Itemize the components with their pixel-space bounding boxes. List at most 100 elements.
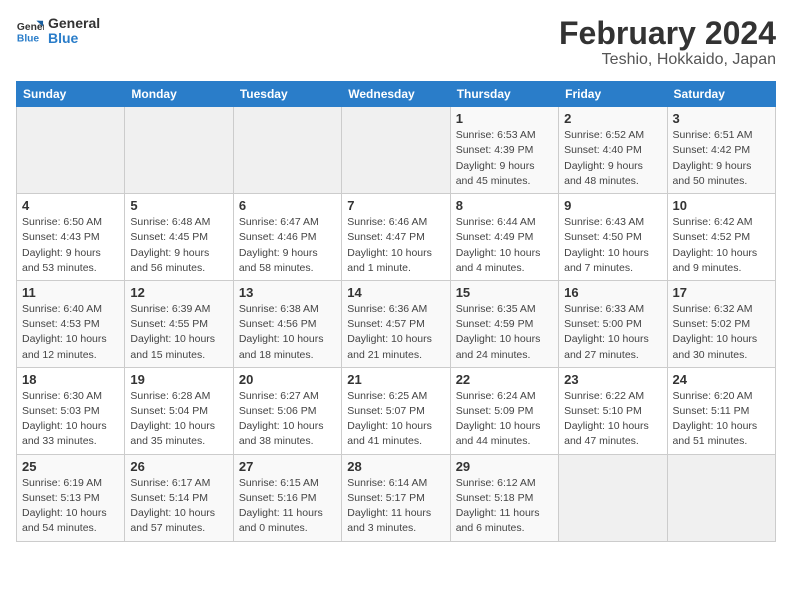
day-info: Sunrise: 6:20 AMSunset: 5:11 PMDaylight:… (673, 389, 770, 450)
calendar-header: SundayMondayTuesdayWednesdayThursdayFrid… (17, 82, 776, 107)
day-number: 23 (564, 372, 661, 387)
calendar-cell: 19 Sunrise: 6:28 AMSunset: 5:04 PMDayligh… (125, 367, 233, 454)
calendar-cell: 7 Sunrise: 6:46 AMSunset: 4:47 PMDaylight… (342, 194, 450, 281)
calendar-cell: 2 Sunrise: 6:52 AMSunset: 4:40 PMDaylight… (559, 107, 667, 194)
day-info: Sunrise: 6:42 AMSunset: 4:52 PMDaylight:… (673, 215, 770, 276)
day-number: 25 (22, 459, 119, 474)
day-number: 5 (130, 198, 227, 213)
logo-text-general: General (48, 16, 100, 31)
calendar-cell: 28 Sunrise: 6:14 AMSunset: 5:17 PMDayligh… (342, 454, 450, 541)
calendar-cell: 29 Sunrise: 6:12 AMSunset: 5:18 PMDayligh… (450, 454, 558, 541)
day-info: Sunrise: 6:44 AMSunset: 4:49 PMDaylight:… (456, 215, 553, 276)
day-number: 15 (456, 285, 553, 300)
day-info: Sunrise: 6:51 AMSunset: 4:42 PMDaylight:… (673, 128, 770, 189)
day-number: 8 (456, 198, 553, 213)
day-info: Sunrise: 6:27 AMSunset: 5:06 PMDaylight:… (239, 389, 336, 450)
day-info: Sunrise: 6:39 AMSunset: 4:55 PMDaylight:… (130, 302, 227, 363)
calendar-cell: 20 Sunrise: 6:27 AMSunset: 5:06 PMDayligh… (233, 367, 341, 454)
day-number: 27 (239, 459, 336, 474)
day-info: Sunrise: 6:28 AMSunset: 5:04 PMDaylight:… (130, 389, 227, 450)
day-info: Sunrise: 6:43 AMSunset: 4:50 PMDaylight:… (564, 215, 661, 276)
calendar-cell: 6 Sunrise: 6:47 AMSunset: 4:46 PMDaylight… (233, 194, 341, 281)
calendar-cell: 22 Sunrise: 6:24 AMSunset: 5:09 PMDayligh… (450, 367, 558, 454)
calendar-cell: 10 Sunrise: 6:42 AMSunset: 4:52 PMDayligh… (667, 194, 775, 281)
day-info: Sunrise: 6:48 AMSunset: 4:45 PMDaylight:… (130, 215, 227, 276)
day-number: 11 (22, 285, 119, 300)
day-info: Sunrise: 6:53 AMSunset: 4:39 PMDaylight:… (456, 128, 553, 189)
header-day-thursday: Thursday (450, 82, 558, 107)
svg-text:General: General (17, 22, 44, 33)
header-day-monday: Monday (125, 82, 233, 107)
day-info: Sunrise: 6:17 AMSunset: 5:14 PMDaylight:… (130, 476, 227, 537)
day-number: 4 (22, 198, 119, 213)
svg-text:Blue: Blue (17, 34, 40, 45)
day-number: 17 (673, 285, 770, 300)
calendar-cell: 9Sunrise: 6:43 AMSunset: 4:50 PMDaylight… (559, 194, 667, 281)
week-row-3: 11 Sunrise: 6:40 AMSunset: 4:53 PMDayligh… (17, 280, 776, 367)
header-row: SundayMondayTuesdayWednesdayThursdayFrid… (17, 82, 776, 107)
day-number: 2 (564, 111, 661, 126)
day-info: Sunrise: 6:33 AMSunset: 5:00 PMDaylight:… (564, 302, 661, 363)
calendar-cell: 17 Sunrise: 6:32 AMSunset: 5:02 PMDayligh… (667, 280, 775, 367)
day-info: Sunrise: 6:35 AMSunset: 4:59 PMDaylight:… (456, 302, 553, 363)
day-number: 28 (347, 459, 444, 474)
calendar-cell: 12 Sunrise: 6:39 AMSunset: 4:55 PMDayligh… (125, 280, 233, 367)
day-info: Sunrise: 6:36 AMSunset: 4:57 PMDaylight:… (347, 302, 444, 363)
day-info: Sunrise: 6:47 AMSunset: 4:46 PMDaylight:… (239, 215, 336, 276)
calendar-cell (233, 107, 341, 194)
day-number: 24 (673, 372, 770, 387)
month-title: February 2024 (559, 16, 776, 51)
header-day-sunday: Sunday (17, 82, 125, 107)
day-number: 12 (130, 285, 227, 300)
day-info: Sunrise: 6:38 AMSunset: 4:56 PMDaylight:… (239, 302, 336, 363)
calendar-cell: 18Sunrise: 6:30 AMSunset: 5:03 PMDayligh… (17, 367, 125, 454)
logo-icon: General Blue (16, 17, 44, 45)
day-info: Sunrise: 6:52 AMSunset: 4:40 PMDaylight:… (564, 128, 661, 189)
calendar-body: 1Sunrise: 6:53 AMSunset: 4:39 PMDaylight… (17, 107, 776, 541)
header-day-tuesday: Tuesday (233, 82, 341, 107)
calendar-cell (125, 107, 233, 194)
calendar-cell: 8 Sunrise: 6:44 AMSunset: 4:49 PMDaylight… (450, 194, 558, 281)
week-row-2: 4Sunrise: 6:50 AMSunset: 4:43 PMDaylight… (17, 194, 776, 281)
day-info: Sunrise: 6:40 AMSunset: 4:53 PMDaylight:… (22, 302, 119, 363)
calendar-cell (17, 107, 125, 194)
day-number: 3 (673, 111, 770, 126)
calendar-cell: 26Sunrise: 6:17 AMSunset: 5:14 PMDayligh… (125, 454, 233, 541)
day-info: Sunrise: 6:12 AMSunset: 5:18 PMDaylight:… (456, 476, 553, 537)
header-day-friday: Friday (559, 82, 667, 107)
calendar-cell: 15 Sunrise: 6:35 AMSunset: 4:59 PMDayligh… (450, 280, 558, 367)
calendar-cell: 5 Sunrise: 6:48 AMSunset: 4:45 PMDaylight… (125, 194, 233, 281)
day-info: Sunrise: 6:22 AMSunset: 5:10 PMDaylight:… (564, 389, 661, 450)
day-info: Sunrise: 6:24 AMSunset: 5:09 PMDaylight:… (456, 389, 553, 450)
day-number: 19 (130, 372, 227, 387)
day-number: 10 (673, 198, 770, 213)
week-row-1: 1Sunrise: 6:53 AMSunset: 4:39 PMDaylight… (17, 107, 776, 194)
calendar-cell: 21Sunrise: 6:25 AMSunset: 5:07 PMDayligh… (342, 367, 450, 454)
day-info: Sunrise: 6:46 AMSunset: 4:47 PMDaylight:… (347, 215, 444, 276)
calendar-cell: 14 Sunrise: 6:36 AMSunset: 4:57 PMDayligh… (342, 280, 450, 367)
day-number: 14 (347, 285, 444, 300)
day-info: Sunrise: 6:14 AMSunset: 5:17 PMDaylight:… (347, 476, 444, 537)
day-number: 13 (239, 285, 336, 300)
logo: General Blue General Blue (16, 16, 100, 47)
calendar-cell: 11 Sunrise: 6:40 AMSunset: 4:53 PMDayligh… (17, 280, 125, 367)
day-info: Sunrise: 6:32 AMSunset: 5:02 PMDaylight:… (673, 302, 770, 363)
day-number: 22 (456, 372, 553, 387)
calendar-cell: 24 Sunrise: 6:20 AMSunset: 5:11 PMDayligh… (667, 367, 775, 454)
calendar-cell: 27Sunrise: 6:15 AMSunset: 5:16 PMDayligh… (233, 454, 341, 541)
day-number: 21 (347, 372, 444, 387)
logo-text-blue: Blue (48, 31, 100, 46)
calendar-cell: 23 Sunrise: 6:22 AMSunset: 5:10 PMDayligh… (559, 367, 667, 454)
calendar-cell (559, 454, 667, 541)
location-title: Teshio, Hokkaido, Japan (559, 51, 776, 69)
calendar-cell: 4Sunrise: 6:50 AMSunset: 4:43 PMDaylight… (17, 194, 125, 281)
day-number: 6 (239, 198, 336, 213)
calendar-cell (667, 454, 775, 541)
calendar-cell: 16Sunrise: 6:33 AMSunset: 5:00 PMDayligh… (559, 280, 667, 367)
day-number: 29 (456, 459, 553, 474)
day-info: Sunrise: 6:19 AMSunset: 5:13 PMDaylight:… (22, 476, 119, 537)
calendar-cell: 25 Sunrise: 6:19 AMSunset: 5:13 PMDayligh… (17, 454, 125, 541)
day-number: 7 (347, 198, 444, 213)
header-day-wednesday: Wednesday (342, 82, 450, 107)
day-number: 20 (239, 372, 336, 387)
